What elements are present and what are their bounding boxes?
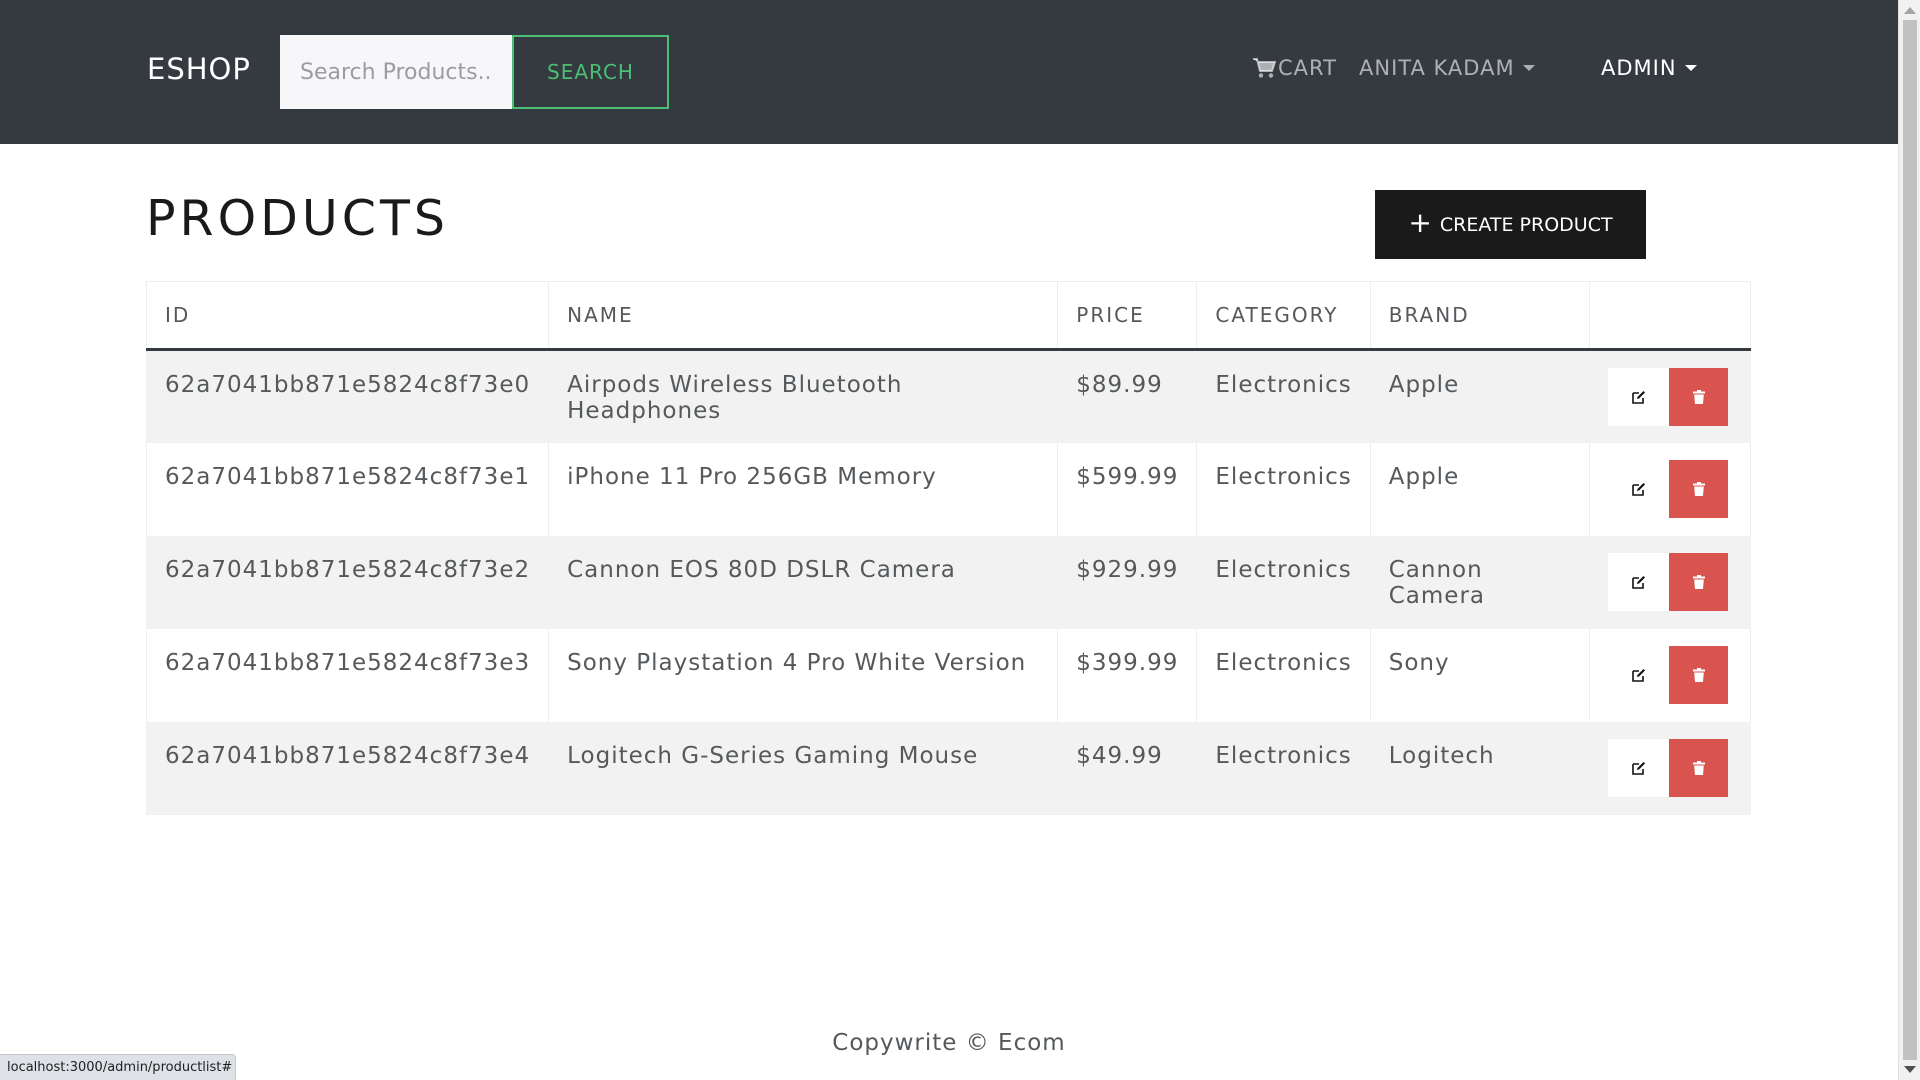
plus-icon: + (1408, 206, 1432, 239)
row-actions (1589, 535, 1751, 629)
product-id: 62a7041bb871e5824c8f73e1 (145, 442, 550, 536)
user-menu-dropdown[interactable]: ANITA KADAM (1359, 56, 1535, 80)
column-header-category: CATEGORY (1196, 281, 1371, 351)
product-id: 62a7041bb871e5824c8f73e0 (145, 349, 550, 443)
trash-icon (1692, 389, 1705, 404)
delete-product-button[interactable] (1669, 367, 1729, 426)
product-name: Sony Playstation 4 Pro White Version (548, 628, 1059, 722)
brand-logo[interactable]: ESHOP (147, 52, 251, 86)
row-actions (1589, 442, 1751, 536)
product-price: $599.99 (1057, 442, 1198, 536)
edit-icon (1631, 762, 1645, 775)
product-price: $49.99 (1057, 721, 1198, 815)
scrollbar-thumb[interactable] (1903, 20, 1917, 1060)
product-price: $89.99 (1057, 349, 1198, 443)
search-button[interactable]: SEARCH (512, 35, 669, 109)
row-actions (1589, 628, 1751, 722)
column-header-actions (1589, 281, 1751, 351)
product-name: Cannon EOS 80D DSLR Camera (548, 535, 1059, 629)
trash-icon (1692, 761, 1705, 775)
chevron-down-icon (1522, 65, 1535, 71)
page-title: PRODUCTS (146, 190, 450, 247)
search-input[interactable] (280, 35, 513, 109)
footer-copyright: Copywrite © Ecom (832, 1030, 1066, 1056)
column-header-price: PRICE (1057, 281, 1198, 351)
edit-product-button[interactable] (1608, 646, 1670, 704)
create-product-label: CREATE PRODUCT (1439, 213, 1613, 236)
edit-product-button[interactable] (1608, 460, 1670, 518)
scroll-up-arrow-icon[interactable] (1904, 7, 1916, 14)
edit-icon (1631, 390, 1645, 404)
product-price: $929.99 (1057, 535, 1198, 629)
column-header-brand: BRAND (1369, 281, 1591, 351)
trash-icon (1692, 668, 1705, 682)
row-actions (1589, 349, 1751, 443)
column-header-name: NAME (548, 281, 1059, 351)
product-brand: Sony (1369, 628, 1591, 722)
edit-product-button[interactable] (1608, 739, 1670, 797)
table-header-row: ID NAME PRICE CATEGORY BRAND (145, 281, 1751, 351)
edit-product-button[interactable] (1608, 367, 1670, 426)
delete-product-button[interactable] (1669, 553, 1729, 611)
nav-cart-link[interactable]: CART (1252, 56, 1337, 80)
product-name: iPhone 11 Pro 256GB Memory (548, 442, 1059, 536)
cart-icon (1252, 57, 1276, 79)
product-brand: Apple (1369, 442, 1591, 536)
top-navbar: ESHOP SEARCH CART ANITA KADAM ADMIN (0, 0, 1898, 144)
table-row: 62a7041bb871e5824c8f73e1 iPhone 11 Pro 2… (145, 442, 1751, 536)
delete-product-button[interactable] (1669, 460, 1729, 518)
trash-icon (1692, 575, 1705, 589)
admin-menu-dropdown[interactable]: ADMIN (1601, 56, 1697, 80)
table-row: 62a7041bb871e5824c8f73e4 Logitech G-Seri… (145, 721, 1751, 815)
product-category: Electronics (1196, 721, 1371, 815)
edit-icon (1631, 483, 1645, 496)
product-brand: Apple (1369, 349, 1591, 443)
column-header-id: ID (145, 281, 550, 351)
product-brand: Cannon Camera (1369, 535, 1591, 629)
product-category: Electronics (1196, 628, 1371, 722)
scroll-down-arrow-icon[interactable] (1904, 1066, 1916, 1073)
table-row: 62a7041bb871e5824c8f73e3 Sony Playstatio… (145, 628, 1751, 722)
row-actions (1589, 721, 1751, 815)
create-product-button[interactable]: + CREATE PRODUCT (1375, 190, 1646, 259)
chevron-down-icon (1684, 65, 1697, 71)
product-category: Electronics (1196, 442, 1371, 536)
table-row: 62a7041bb871e5824c8f73e0 Airpods Wireles… (145, 349, 1751, 443)
product-id: 62a7041bb871e5824c8f73e2 (145, 535, 550, 629)
product-name: Airpods Wireless Bluetooth Headphones (548, 349, 1059, 443)
product-price: $399.99 (1057, 628, 1198, 722)
product-id: 62a7041bb871e5824c8f73e4 (145, 721, 550, 815)
user-menu-label: ANITA KADAM (1359, 56, 1515, 80)
product-category: Electronics (1196, 535, 1371, 629)
table-row: 62a7041bb871e5824c8f73e2 Cannon EOS 80D … (145, 535, 1751, 629)
edit-product-button[interactable] (1608, 553, 1670, 611)
product-brand: Logitech (1369, 721, 1591, 815)
delete-product-button[interactable] (1669, 646, 1729, 704)
product-category: Electronics (1196, 349, 1371, 443)
nav-cart-label: CART (1278, 56, 1337, 80)
products-table: ID NAME PRICE CATEGORY BRAND 62a7041bb87… (145, 281, 1751, 815)
edit-icon (1631, 576, 1645, 589)
status-bar-url: localhost:3000/admin/productlist# (0, 1054, 236, 1080)
edit-icon (1631, 669, 1645, 682)
trash-icon (1692, 482, 1705, 496)
admin-menu-label: ADMIN (1601, 56, 1677, 80)
vertical-scrollbar[interactable] (1898, 0, 1920, 1080)
product-name: Logitech G-Series Gaming Mouse (548, 721, 1059, 815)
product-id: 62a7041bb871e5824c8f73e3 (145, 628, 550, 722)
delete-product-button[interactable] (1669, 739, 1729, 797)
